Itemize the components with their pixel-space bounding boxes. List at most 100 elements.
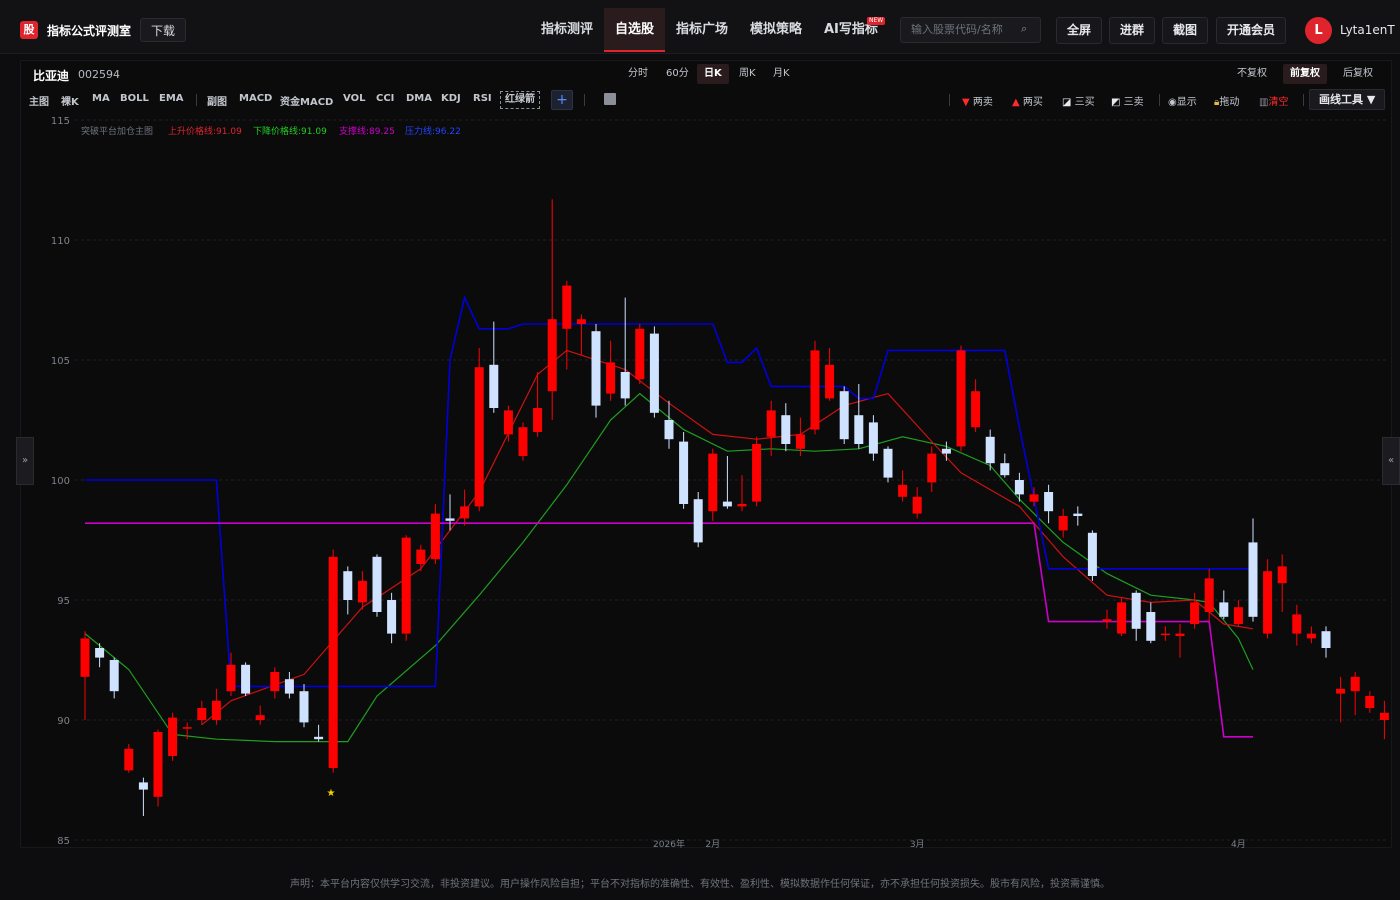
period-tab-60min[interactable]: 60分 xyxy=(659,64,696,84)
candle-body xyxy=(460,506,470,519)
app-logo[interactable]: 股 xyxy=(20,21,38,39)
nav-indicator-square[interactable]: 指标广场 xyxy=(665,8,739,52)
left-collapse-handle[interactable]: » xyxy=(16,437,34,485)
candle-body xyxy=(1350,676,1360,692)
candle-body xyxy=(679,441,689,504)
join-group-button[interactable]: 进群 xyxy=(1109,17,1156,44)
show-toggle[interactable]: ◉显示 xyxy=(1168,93,1197,108)
indicator-boll[interactable]: BOLL xyxy=(120,93,149,104)
right-collapse-handle[interactable]: « xyxy=(1382,437,1400,485)
add-indicator-button[interactable]: + xyxy=(551,90,573,110)
candle-body xyxy=(401,537,411,634)
candlestick-chart[interactable]: 85 90 95 100 105 110 115 2026年 2月 3月 4月 ★ xyxy=(20,110,1392,850)
candle-body xyxy=(372,556,382,612)
candle-body xyxy=(547,319,557,392)
indicator-bare-k[interactable]: 裸K xyxy=(61,93,79,108)
indicator-kdj[interactable]: KDJ xyxy=(441,93,461,104)
candle-body xyxy=(562,285,572,329)
adjust-forward-tab[interactable]: 前复权 xyxy=(1283,64,1327,84)
x-tick-label: 2026年 xyxy=(653,838,685,850)
three-sell-tool[interactable]: ◩ 三卖 xyxy=(1111,93,1144,108)
indicator-ma[interactable]: MA xyxy=(92,93,110,104)
indicator-capital-macd[interactable]: 资金MACD xyxy=(280,93,333,108)
candle-body xyxy=(722,501,732,507)
new-badge: NEW xyxy=(867,17,886,25)
candle-body xyxy=(1190,602,1200,624)
candle-body xyxy=(781,415,791,444)
candle-body xyxy=(971,391,981,428)
candle-body xyxy=(1073,513,1083,516)
draw-tools-dropdown[interactable]: 画线工具 ▼ xyxy=(1309,89,1386,110)
app-title[interactable]: 指标公式评测室 xyxy=(47,22,131,39)
candle-body xyxy=(1117,602,1127,634)
toolbar-divider xyxy=(949,94,950,106)
candle-body xyxy=(95,648,105,658)
avatar[interactable]: L xyxy=(1305,17,1332,44)
candle-body xyxy=(109,660,119,692)
indicator-sub[interactable]: 副图 xyxy=(207,93,227,108)
nav-indicator-review[interactable]: 指标测评 xyxy=(530,8,604,52)
indicator-cci[interactable]: CCI xyxy=(376,93,394,104)
period-tab-monthly[interactable]: 月K xyxy=(766,64,797,84)
adjust-backward-tab[interactable]: 后复权 xyxy=(1336,64,1380,84)
x-tick-label: 4月 xyxy=(1231,839,1246,850)
candle-body xyxy=(1160,633,1170,636)
indicator-rsi[interactable]: RSI xyxy=(473,93,492,104)
candle-body xyxy=(985,436,995,464)
clear-drawings-button[interactable]: ▥清空 xyxy=(1259,93,1288,108)
stock-search-input[interactable]: 输入股票代码/名称 xyxy=(900,17,1041,43)
candle-body xyxy=(1233,607,1243,624)
nav-simulated-strategy[interactable]: 模拟策略 xyxy=(739,8,813,52)
candle-body xyxy=(343,571,353,600)
candle-body xyxy=(810,350,820,430)
candle-body xyxy=(912,496,922,514)
two-sell-tool[interactable]: ▼ 两卖 xyxy=(962,93,993,108)
screenshot-button[interactable]: 截图 xyxy=(1162,17,1209,44)
two-buy-tool[interactable]: ▲ 两买 xyxy=(1012,93,1043,108)
candle-body xyxy=(430,513,440,560)
three-buy-tool[interactable]: ◪ 三买 xyxy=(1062,93,1095,108)
toolbar-divider xyxy=(1159,94,1160,106)
candle-body xyxy=(606,362,616,394)
indicator-dma[interactable]: DMA xyxy=(406,93,432,104)
candle-body xyxy=(124,748,134,771)
support-line xyxy=(85,522,1253,738)
indicator-vol[interactable]: VOL xyxy=(343,93,365,104)
candle-body xyxy=(1321,631,1331,648)
candle-body xyxy=(503,410,513,435)
period-tab-weekly[interactable]: 周K xyxy=(732,64,763,84)
period-tab-daily[interactable]: 日K xyxy=(697,64,729,84)
indicator-ema[interactable]: EMA xyxy=(159,93,184,104)
username[interactable]: Lyta1enT xyxy=(1340,23,1395,37)
resistance-line xyxy=(85,295,1253,688)
candle-body xyxy=(620,372,630,399)
nav-ai-indicator[interactable]: AI写指标 xyxy=(813,8,889,52)
adjust-none-tab[interactable]: 不复权 xyxy=(1230,64,1274,84)
candle-body xyxy=(255,715,265,720)
candle-body xyxy=(1029,494,1039,502)
x-tick-label: 2月 xyxy=(705,839,720,850)
nav-watchlist[interactable]: 自选股 xyxy=(604,8,666,52)
drag-toggle[interactable]: 🔒︎拖动 xyxy=(1214,93,1239,108)
candle-body xyxy=(1058,516,1068,531)
candle-body xyxy=(1044,492,1054,512)
candle-body xyxy=(182,727,192,729)
indicator-main[interactable]: 主图 xyxy=(29,93,49,108)
candle-body xyxy=(1336,688,1346,694)
download-button[interactable]: 下载 xyxy=(140,18,187,42)
candle-body xyxy=(80,638,90,677)
save-icon[interactable] xyxy=(604,93,616,105)
fullscreen-button[interactable]: 全屏 xyxy=(1056,17,1103,44)
period-tab-intraday[interactable]: 分时 xyxy=(621,64,655,84)
candle-body xyxy=(1000,463,1010,476)
membership-button[interactable]: 开通会员 xyxy=(1216,17,1287,44)
candle-body xyxy=(197,708,207,720)
candle-body xyxy=(474,367,484,507)
chart-up-icon: ◪ xyxy=(1062,97,1072,108)
indicator-macd[interactable]: MACD xyxy=(239,93,272,104)
stock-code: 002594 xyxy=(78,68,120,81)
search-icon[interactable]: ⌕ xyxy=(1021,22,1027,36)
candle-body xyxy=(1204,578,1214,612)
candle-body xyxy=(1306,633,1316,639)
indicator-red-green-arrow[interactable]: 红绿箭 xyxy=(500,91,540,109)
